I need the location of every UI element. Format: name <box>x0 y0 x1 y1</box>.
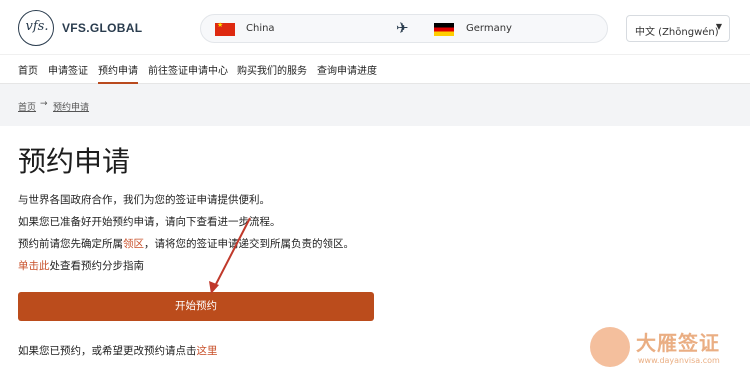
nav-visit-centre[interactable]: 前往签证申请中心 <box>148 62 228 77</box>
watermark-logo <box>590 327 630 367</box>
caret-down-icon: ▼ <box>715 22 722 31</box>
watermark-url: www.dayanvisa.com <box>638 356 720 365</box>
germany-flag-icon <box>434 23 454 36</box>
page-title: 预约申请 <box>18 145 131 178</box>
vfs-logo[interactable]: vfs. <box>18 10 54 46</box>
nav-track-application[interactable]: 查询申请进度 <box>317 62 377 77</box>
watermark-title: 大雁签证 <box>636 331 720 355</box>
route-from: China <box>246 23 275 34</box>
nav-buy-services[interactable]: 购买我们的服务 <box>237 62 307 77</box>
intro-line-4: 单击此处查看预约分步指南 <box>18 258 144 273</box>
manage-booking-line: 如果您已预约，或希望更改预约请点击这里 <box>18 343 218 358</box>
nav-home[interactable]: 首页 <box>18 62 38 77</box>
guide-link[interactable]: 单击此 <box>18 260 50 272</box>
brand-name[interactable]: VFS.GLOBAL <box>62 21 142 35</box>
route-selector[interactable]: China ✈ Germany <box>200 14 608 43</box>
intro-line-1: 与世界各国政府合作，我们为您的签证申请提供便利。 <box>18 194 270 206</box>
language-label: 中文 (Zhōngwén) <box>635 27 719 38</box>
language-select[interactable]: 中文 (Zhōngwén) ▼ <box>626 15 730 42</box>
breadcrumb: 首页 → 预约申请 <box>0 84 750 126</box>
breadcrumb-home[interactable]: 首页 <box>18 100 36 113</box>
line4-after: 处查看预约分步指南 <box>49 260 145 272</box>
intro-line-2: 如果您已准备好开始预约申请，请向下查看进一步流程。 <box>18 216 281 228</box>
start-booking-button[interactable]: 开始预约 <box>18 292 374 321</box>
line3-after: ，请将您的签证申请递交到所属负责的领区。 <box>144 238 354 250</box>
breadcrumb-current[interactable]: 预约申请 <box>53 100 89 113</box>
vfs-logo-mark: vfs. <box>25 19 49 34</box>
china-flag-icon <box>215 21 235 36</box>
intro-line-3: 预约前请您先确定所属领区，请将您的签证申请递交到所属负责的领区。 <box>18 236 354 251</box>
airplane-icon: ✈ <box>396 19 409 37</box>
main-nav: 首页 申请签证 预约申请 前往签证申请中心 购买我们的服务 查询申请进度 <box>0 54 750 84</box>
route-to: Germany <box>466 23 512 34</box>
nav-book-appointment[interactable]: 预约申请 <box>98 62 138 84</box>
breadcrumb-separator: → <box>40 99 48 109</box>
nav-apply-visa[interactable]: 申请签证 <box>48 62 88 77</box>
jurisdiction-link[interactable]: 领区 <box>123 238 144 250</box>
site-header: vfs. VFS.GLOBAL China ✈ Germany 中文 (Zhōn… <box>0 0 750 54</box>
line3-before: 预约前请您先确定所属 <box>18 238 123 250</box>
footer-text: 如果您已预约，或希望更改预约请点击 <box>18 345 197 357</box>
manage-booking-link[interactable]: 这里 <box>197 345 218 357</box>
